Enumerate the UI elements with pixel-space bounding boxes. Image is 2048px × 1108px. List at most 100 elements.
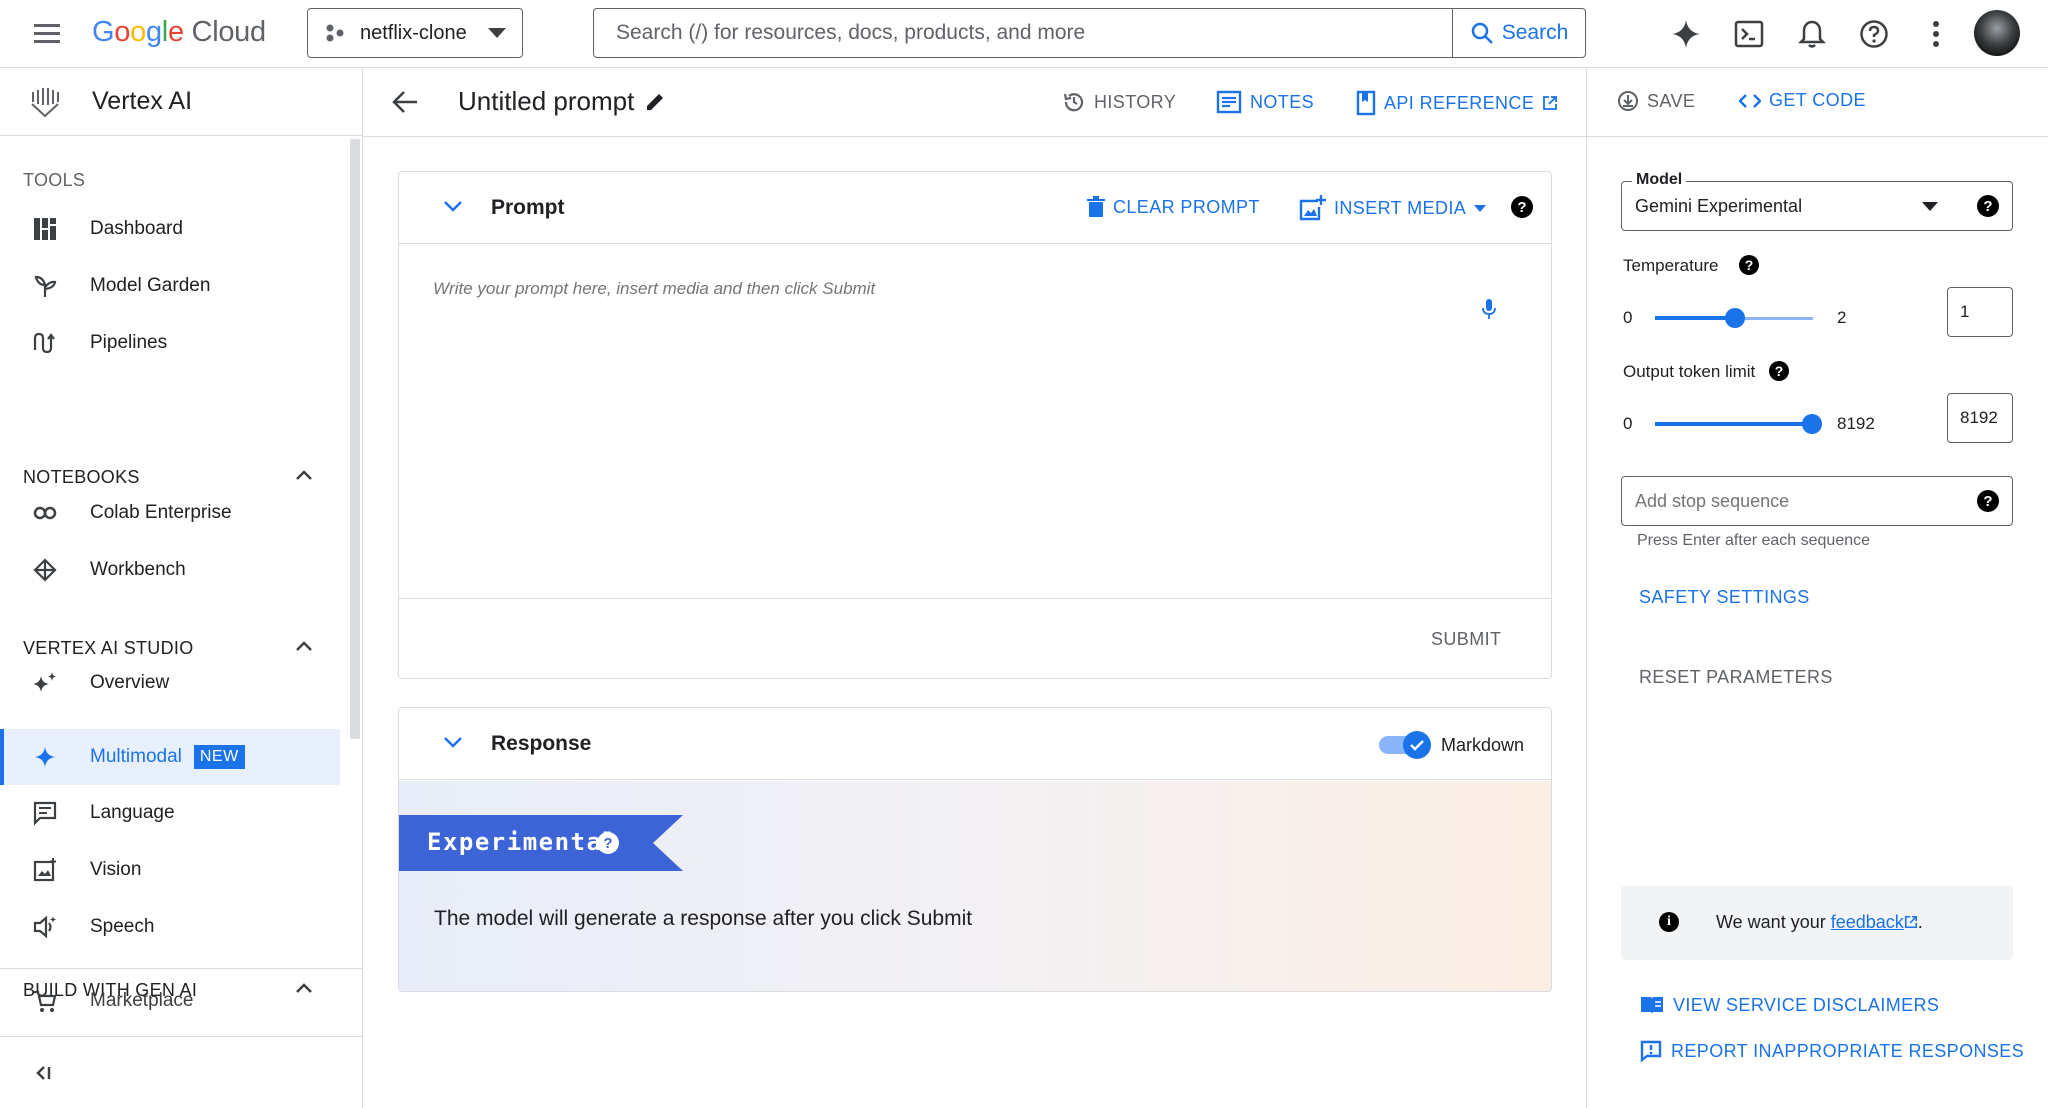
nav-item-workbench[interactable]: Workbench	[0, 542, 340, 598]
tools-section-label: TOOLS	[23, 170, 86, 190]
open-in-new-icon	[1904, 915, 1917, 929]
nav-item-overview[interactable]: Overview	[0, 655, 340, 711]
edit-pencil-icon[interactable]	[644, 91, 666, 113]
nav-item-marketplace[interactable]: Marketplace	[0, 973, 340, 1029]
code-icon	[1739, 93, 1761, 108]
prompt-header: Untitled prompt HISTORY NOTES API REFERE…	[363, 68, 1586, 137]
notifications-bell-icon[interactable]	[1792, 14, 1832, 54]
token-limit-input[interactable]: 8192	[1947, 393, 2013, 443]
feedback-banner: i We want your feedback.	[1621, 886, 2013, 960]
search-input[interactable]	[594, 9, 1452, 57]
prompt-title[interactable]: Untitled prompt	[458, 86, 666, 117]
menu-book-icon	[1641, 997, 1663, 1014]
speech-icon	[0, 914, 90, 940]
experimental-help-icon[interactable]: ?	[597, 832, 619, 854]
temperature-input[interactable]: 1	[1947, 287, 2013, 337]
stop-sequence-field[interactable]: ?	[1621, 476, 2013, 526]
markdown-toggle[interactable]	[1379, 731, 1433, 759]
left-navigation: Vertex AI TOOLS Dashboard Model Garden P…	[0, 68, 363, 1108]
prompt-card-title: Prompt	[491, 196, 565, 219]
token-limit-label: Output token limit	[1623, 362, 1756, 381]
prompt-textarea[interactable]	[399, 245, 1549, 515]
feedback-text: We want your feedback.	[1716, 912, 1923, 932]
history-button[interactable]: HISTORY	[1062, 90, 1176, 114]
google-cloud-logo[interactable]: Google Cloud	[92, 14, 266, 50]
expand-chevron-down-icon[interactable]	[443, 200, 463, 212]
model-select[interactable]: Model Gemini Experimental ?	[1621, 171, 2013, 231]
cloud-shell-icon[interactable]	[1729, 14, 1769, 54]
clear-prompt-button[interactable]: CLEAR PROMPT	[1087, 196, 1260, 218]
token-limit-slider-thumb[interactable]	[1802, 414, 1822, 434]
hamburger-menu-icon[interactable]	[28, 20, 68, 48]
nav-item-colab-enterprise[interactable]: Colab Enterprise	[0, 485, 340, 541]
top-bar: Google Cloud netflix-clone Search	[0, 0, 2048, 68]
project-selector[interactable]: netflix-clone	[307, 8, 523, 58]
temperature-slider-thumb[interactable]	[1725, 308, 1745, 328]
parameters-panel: SAVE GET CODE Model Gemini Experimental …	[1586, 68, 2048, 1108]
notes-button[interactable]: NOTES	[1216, 90, 1314, 114]
temperature-help-icon[interactable]: ?	[1739, 255, 1759, 275]
search-button[interactable]: Search	[1452, 9, 1585, 57]
collapse-sidebar-icon[interactable]	[34, 1064, 54, 1082]
notes-icon	[1216, 90, 1242, 114]
microphone-icon[interactable]	[1482, 298, 1496, 320]
history-icon	[1063, 93, 1084, 112]
api-reference-button[interactable]: API REFERENCE	[1356, 90, 1558, 116]
gemini-sparkle-icon[interactable]	[1666, 14, 1706, 54]
nav-item-model-garden[interactable]: Model Garden	[0, 258, 340, 314]
response-card-title: Response	[491, 732, 592, 755]
safety-settings-button[interactable]: SAFETY SETTINGS	[1639, 587, 1810, 608]
dashboard-icon	[0, 216, 90, 242]
trash-icon	[1087, 196, 1105, 217]
temperature-label: Temperature	[1623, 256, 1719, 275]
response-card-header: Response Markdown	[399, 708, 1551, 780]
response-body: Experimental ? The model will generate a…	[399, 781, 1551, 991]
vertex-ai-logo-icon	[28, 84, 64, 120]
prompt-card-header: Prompt CLEAR PROMPT INSERT MEDIA ?	[399, 172, 1551, 244]
temperature-min: 0	[1623, 308, 1633, 327]
nav-scrollbar[interactable]	[350, 139, 360, 739]
pipelines-icon	[0, 330, 90, 356]
colab-icon	[0, 503, 90, 523]
marketplace-cart-icon	[0, 988, 90, 1014]
token-limit-slider-fill[interactable]	[1655, 422, 1813, 426]
collapse-notebooks-chevron-up-icon[interactable]	[295, 469, 313, 481]
prompt-card: Prompt CLEAR PROMPT INSERT MEDIA ? SUBMI…	[398, 171, 1552, 679]
reset-parameters-button[interactable]: RESET PARAMETERS	[1639, 667, 1833, 688]
help-icon[interactable]	[1854, 14, 1894, 54]
prompt-divider	[399, 598, 1551, 599]
open-in-new-icon	[1543, 96, 1558, 110]
add-photo-icon	[1299, 195, 1326, 221]
nav-item-multimodal[interactable]: Multimodal NEW	[0, 729, 340, 785]
expand-chevron-down-icon[interactable]	[443, 736, 463, 748]
model-garden-icon	[0, 273, 90, 299]
info-icon: i	[1659, 912, 1679, 932]
get-code-button[interactable]: GET CODE	[1739, 90, 1866, 111]
submit-button[interactable]: SUBMIT	[1431, 629, 1501, 650]
stop-sequence-input[interactable]	[1622, 477, 1962, 525]
nav-item-pipelines[interactable]: Pipelines	[0, 315, 340, 371]
prompt-help-icon[interactable]: ?	[1511, 196, 1533, 218]
report-icon	[1640, 1040, 1662, 1063]
nav-item-dashboard[interactable]: Dashboard	[0, 201, 340, 257]
model-help-icon[interactable]: ?	[1977, 195, 1999, 217]
new-badge: NEW	[193, 745, 245, 769]
collapse-studio-chevron-up-icon[interactable]	[295, 640, 313, 652]
nav-item-vision[interactable]: Vision	[0, 842, 340, 898]
save-button[interactable]: SAVE	[1617, 90, 1695, 112]
view-service-disclaimers-button[interactable]: VIEW SERVICE DISCLAIMERS	[1639, 994, 1939, 1016]
nav-item-speech[interactable]: Speech	[0, 899, 340, 955]
dropdown-arrow-icon	[1922, 202, 1938, 211]
stop-sequence-help-icon[interactable]: ?	[1977, 490, 1999, 512]
report-inappropriate-responses-button[interactable]: REPORT INAPPROPRIATE RESPONSES	[1639, 1039, 2024, 1063]
nav-item-language[interactable]: Language	[0, 785, 340, 841]
project-name: netflix-clone	[360, 21, 467, 44]
feedback-link[interactable]: feedback	[1831, 912, 1904, 932]
account-avatar[interactable]	[1974, 10, 2020, 56]
temperature-slider-fill	[1655, 316, 1734, 320]
more-options-icon[interactable]	[1916, 14, 1956, 54]
token-limit-max: 8192	[1837, 414, 1875, 433]
back-arrow-icon[interactable]	[391, 89, 419, 115]
token-limit-help-icon[interactable]: ?	[1769, 361, 1789, 381]
insert-media-button[interactable]: INSERT MEDIA	[1298, 194, 1487, 222]
